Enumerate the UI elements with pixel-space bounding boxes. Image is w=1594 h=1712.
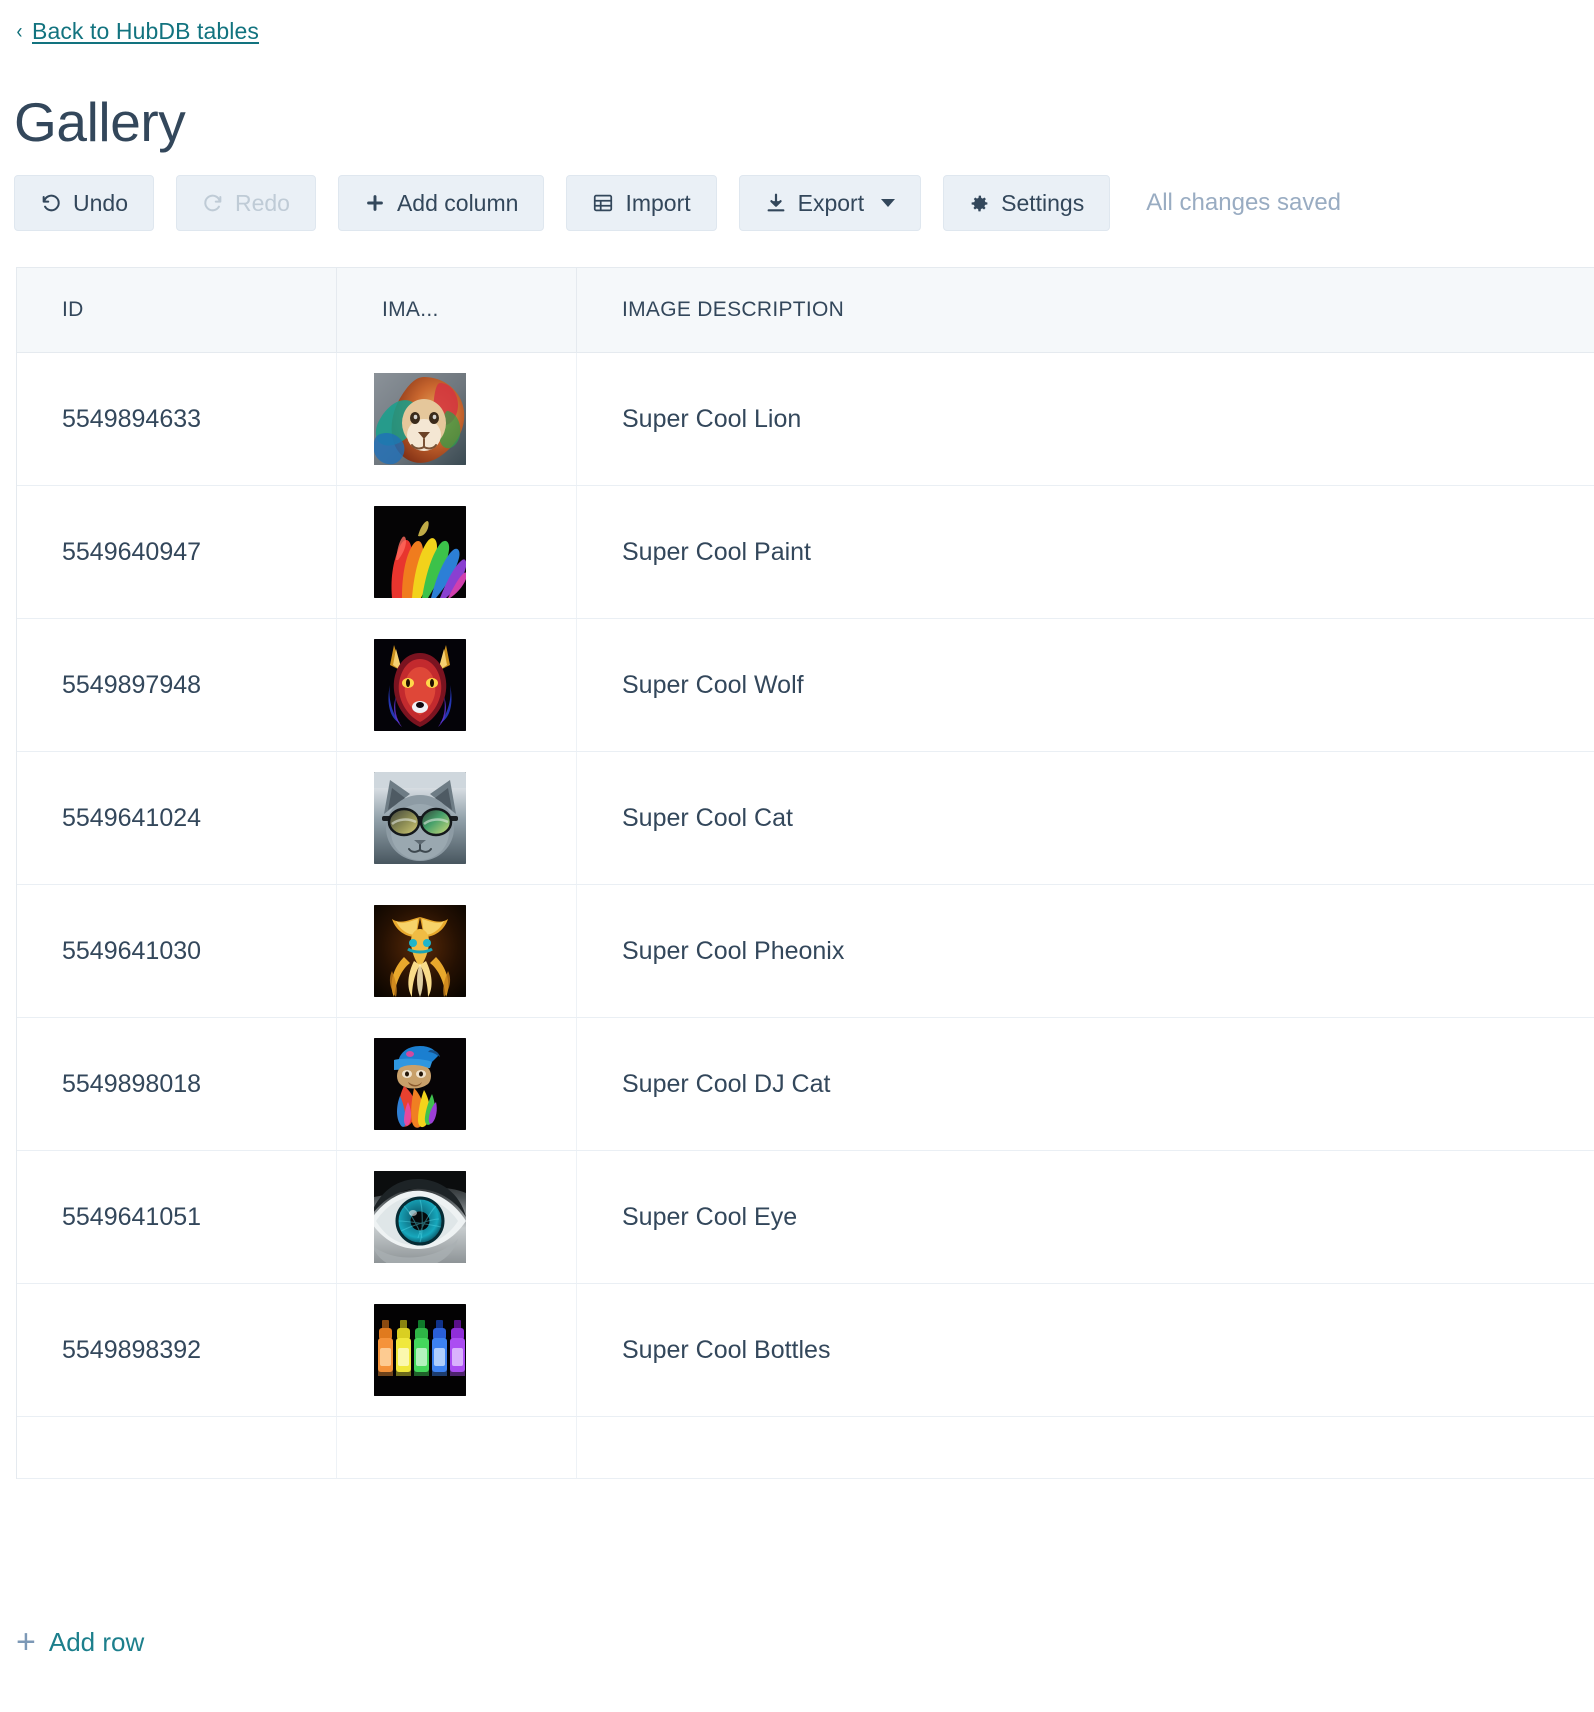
page-title: Gallery <box>14 90 186 153</box>
settings-label: Settings <box>1001 189 1085 216</box>
eye-thumbnail <box>374 1171 466 1263</box>
redo-icon <box>202 192 224 214</box>
cell-id[interactable]: 5549641051 <box>17 1151 337 1283</box>
cell-id[interactable]: 5549641030 <box>17 885 337 1017</box>
plus-icon: + <box>16 1622 36 1661</box>
export-label: Export <box>797 189 865 216</box>
table-row[interactable]: 5549640947 Super Cool Paint <box>17 486 1594 619</box>
chevron-down-icon <box>881 199 896 207</box>
bottles-thumbnail <box>374 1304 466 1396</box>
back-to-hubdb-tables-link[interactable]: Back to HubDB tables <box>32 18 259 45</box>
cell-description[interactable]: Super Cool Lion <box>577 353 1594 485</box>
cell-description[interactable]: Super Cool Paint <box>577 486 1594 618</box>
table-row[interactable]: 5549894633 Super Cool Lion <box>17 353 1594 486</box>
undo-button[interactable]: Undo <box>14 175 154 231</box>
spacer-cell-description <box>577 1417 1594 1478</box>
cell-description[interactable]: Super Cool DJ Cat <box>577 1018 1594 1150</box>
settings-button[interactable]: Settings <box>943 175 1111 231</box>
undo-label: Undo <box>73 189 128 216</box>
table-row[interactable]: 5549641051 Super Cool Eye <box>17 1151 1594 1284</box>
cell-image[interactable] <box>337 752 577 884</box>
table-row[interactable]: 5549641024 Super Cool Cat <box>17 752 1594 885</box>
column-header-id[interactable]: ID <box>17 268 337 352</box>
undo-icon <box>40 192 62 214</box>
table-header-row: ID IMA... IMAGE DESCRIPTION <box>17 267 1594 353</box>
cat-thumbnail <box>374 772 466 864</box>
paint-thumbnail <box>374 506 466 598</box>
save-status-text: All changes saved <box>1146 189 1342 216</box>
cell-description[interactable]: Super Cool Wolf <box>577 619 1594 751</box>
column-header-description[interactable]: IMAGE DESCRIPTION <box>577 268 1594 352</box>
cell-id[interactable]: 5549898018 <box>17 1018 337 1150</box>
cell-description[interactable]: Super Cool Cat <box>577 752 1594 884</box>
cell-image[interactable] <box>337 486 577 618</box>
add-column-button[interactable]: Add column <box>337 175 545 231</box>
redo-button[interactable]: Redo <box>175 175 316 231</box>
cell-description[interactable]: Super Cool Pheonix <box>577 885 1594 1017</box>
import-label: Import <box>625 189 691 216</box>
column-header-image[interactable]: IMA... <box>337 268 577 352</box>
breadcrumb[interactable]: ‹ Back to HubDB tables <box>16 18 259 45</box>
phoenix-thumbnail <box>374 905 466 997</box>
cell-id[interactable]: 5549897948 <box>17 619 337 751</box>
table-row-spacer <box>17 1417 1594 1479</box>
plus-icon <box>364 192 386 214</box>
table-row[interactable]: 5549898018 Super Cool DJ Cat <box>17 1018 1594 1151</box>
export-button[interactable]: Export <box>738 175 922 231</box>
redo-label: Redo <box>234 189 290 216</box>
cell-image[interactable] <box>337 885 577 1017</box>
spacer-cell-image <box>337 1417 577 1478</box>
cell-id[interactable]: 5549640947 <box>17 486 337 618</box>
wolf-thumbnail <box>374 639 466 731</box>
lion-thumbnail <box>374 373 466 465</box>
add-row-button[interactable]: + Add row <box>16 1622 145 1661</box>
gear-icon <box>969 193 990 214</box>
table-import-icon <box>592 192 614 214</box>
cell-image[interactable] <box>337 353 577 485</box>
cell-image[interactable] <box>337 1018 577 1150</box>
cell-image[interactable] <box>337 1151 577 1283</box>
add-column-label: Add column <box>396 189 519 216</box>
table-row[interactable]: 5549897948 Super Cool Wolf <box>17 619 1594 752</box>
cell-description[interactable]: Super Cool Bottles <box>577 1284 1594 1416</box>
cell-id[interactable]: 5549894633 <box>17 353 337 485</box>
hubdb-data-table: ID IMA... IMAGE DESCRIPTION 5549894633 S… <box>16 267 1594 1479</box>
cell-description[interactable]: Super Cool Eye <box>577 1151 1594 1283</box>
dj-cat-thumbnail <box>374 1038 466 1130</box>
import-button[interactable]: Import <box>566 175 717 231</box>
cell-id[interactable]: 5549898392 <box>17 1284 337 1416</box>
cell-image[interactable] <box>337 619 577 751</box>
table-row[interactable]: 5549641030 Super Cool Pheonix <box>17 885 1594 1018</box>
download-icon <box>765 192 787 214</box>
chevron-left-icon: ‹ <box>16 20 23 43</box>
spacer-cell-id <box>17 1417 337 1478</box>
cell-image[interactable] <box>337 1284 577 1416</box>
add-row-label: Add row <box>48 1627 145 1657</box>
cell-id[interactable]: 5549641024 <box>17 752 337 884</box>
table-toolbar: Undo Redo Add column Import Export Setti… <box>14 175 1341 231</box>
hubdb-table-editor-page: ‹ Back to HubDB tables Gallery Undo Redo <box>0 0 1594 1712</box>
table-row[interactable]: 5549898392 Super Cool Bottles <box>17 1284 1594 1417</box>
